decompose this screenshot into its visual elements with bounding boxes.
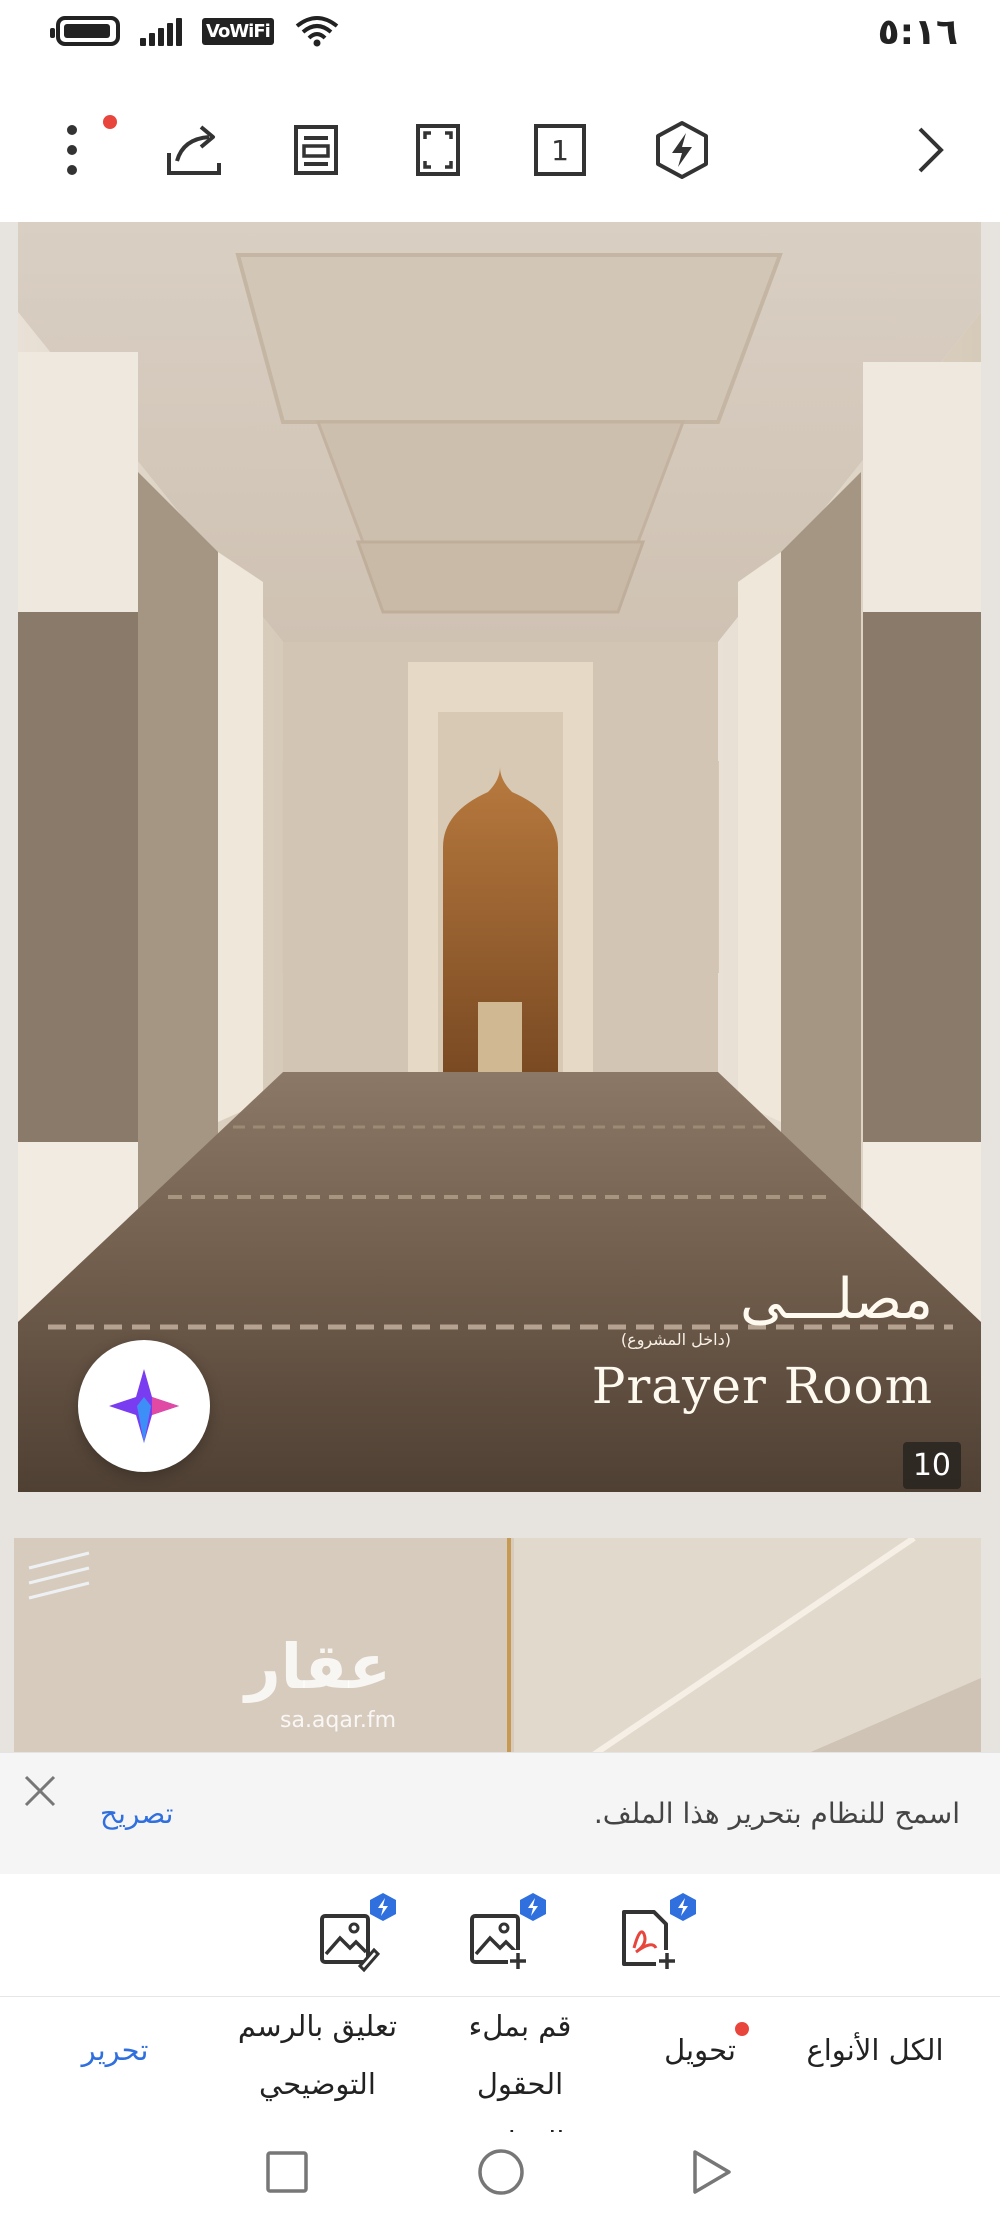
close-icon[interactable] [20, 1771, 60, 1811]
convert-dot [735, 2022, 749, 2036]
allow-button[interactable]: تصريح [100, 1797, 173, 1830]
caption-subtitle: (داخل المشروع) [620, 1330, 731, 1349]
fullscreen-icon [416, 124, 460, 176]
annotate-label-line1: تعليق بالرسم [237, 2009, 398, 2043]
back-icon[interactable] [690, 2148, 734, 2196]
tab-annotate[interactable]: تعليق بالرسم التوضيحي [225, 1997, 410, 2113]
fill-label-line1: قم بملء [468, 2009, 572, 2043]
reading-mode-icon [294, 125, 338, 175]
forward-button[interactable] [900, 120, 960, 180]
page-number-badge: 10 [902, 1442, 961, 1489]
caption-english: Prayer Room [591, 1357, 933, 1415]
watermark-logo: عقار [245, 1630, 391, 1703]
tab-all-types[interactable]: الكل الأنواع [790, 2021, 960, 2079]
sparkle-icon [109, 1369, 179, 1443]
ai-tools-button[interactable] [652, 120, 712, 180]
share-icon [167, 125, 221, 175]
premium-badge-icon [520, 1893, 546, 1921]
annotate-label-line2: التوضيحي [259, 2067, 376, 2101]
signal-icon [140, 16, 182, 46]
tools-row [0, 1874, 1000, 1996]
notification-dot [103, 115, 117, 129]
battery-icon [50, 16, 120, 46]
more-menu-button[interactable] [42, 120, 102, 180]
clock: ٥:١٦ [877, 12, 958, 53]
page-number-button[interactable]: 1 [530, 120, 590, 180]
status-bar: VoWiFi ٥:١٦ [0, 0, 1000, 70]
caption-arabic: مصلـــى [740, 1267, 933, 1332]
system-nav-bar [0, 2132, 1000, 2222]
annotate-image-button[interactable] [312, 1893, 396, 1974]
next-document-page [14, 1538, 981, 1752]
recents-icon[interactable] [265, 2150, 309, 2194]
fullscreen-button[interactable] [408, 120, 468, 180]
premium-badge-icon [670, 1893, 696, 1921]
next-page-render [14, 1538, 981, 1752]
ai-assistant-button[interactable] [78, 1340, 210, 1472]
wifi-icon [295, 16, 339, 47]
tab-edit[interactable]: تحرير [60, 2021, 170, 2079]
home-icon[interactable] [477, 2148, 525, 2196]
chevron-right-icon [918, 127, 944, 173]
convert-pdf-button[interactable] [612, 1893, 696, 1974]
more-menu-icon [67, 125, 77, 175]
viewer-toolbar: 1 [0, 70, 1000, 222]
vowifi-label: VoWiFi [202, 17, 274, 45]
status-icons: VoWiFi [50, 14, 340, 48]
insert-image-button[interactable] [462, 1893, 546, 1974]
reading-mode-button[interactable] [286, 120, 346, 180]
bottom-nav: الكل الأنواع تحويل قم بملء الحقول المط..… [0, 1996, 1000, 2159]
permission-message: اسمح للنظام بتحرير هذا الملف. [593, 1797, 960, 1830]
premium-badge-icon [370, 1893, 396, 1921]
ai-tools-icon [656, 121, 708, 179]
watermark-url: sa.aqar.fm [280, 1708, 397, 1733]
permission-banner: تصريح اسمح للنظام بتحرير هذا الملف. [0, 1752, 1000, 1875]
page-indicator: 1 [551, 133, 569, 167]
share-button[interactable] [164, 120, 224, 180]
document-viewer[interactable]: مصلـــى (داخل المشروع) Prayer Room 10 [0, 222, 1000, 1752]
document-page: مصلـــى (داخل المشروع) Prayer Room 10 [18, 222, 981, 1492]
